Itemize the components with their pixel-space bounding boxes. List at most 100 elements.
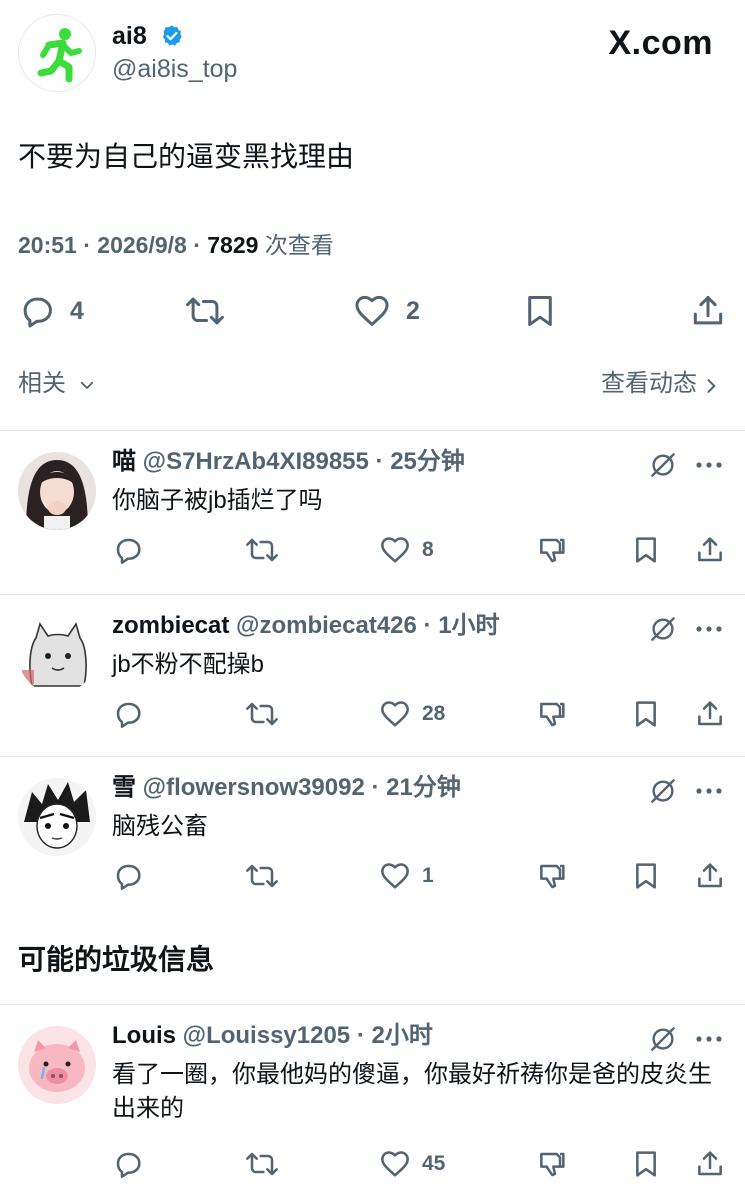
share-button[interactable] [694,698,726,730]
share-button[interactable] [694,860,726,892]
like-count: 2 [406,296,420,325]
bookmark-button[interactable] [630,1148,662,1180]
reply-count: 4 [70,296,84,325]
post-date[interactable]: 2026/9/8 [97,232,187,258]
cat-avatar [18,616,96,694]
reply-author-name[interactable]: zombiecat [112,612,229,639]
like-button[interactable]: 1 [378,860,434,892]
bookmark-icon [528,296,552,326]
reply-button[interactable]: 4 [18,292,84,330]
reply-button[interactable] [112,860,144,892]
share-button[interactable] [694,534,726,566]
dislike-button[interactable] [536,1148,568,1180]
reply-time[interactable]: 25分钟 [390,448,465,475]
related-row: 相关 查看动态 [0,364,745,404]
grok-icon[interactable] [648,614,678,644]
anime-character-avatar [18,778,96,856]
reply-author-name[interactable]: Louis [112,1022,176,1049]
like-button[interactable]: 8 [378,534,434,566]
like-count: 28 [422,702,446,725]
reply-action-bar: 1 [0,860,745,896]
like-count: 1 [422,864,434,887]
dislike-button[interactable] [536,698,568,730]
reply-avatar[interactable] [18,452,96,530]
chevron-down-icon[interactable] [78,376,96,394]
like-button[interactable]: 28 [378,698,445,730]
more-options-icon[interactable] [694,784,724,798]
views-count: 7829 [207,232,259,258]
grok-icon[interactable] [648,450,678,480]
reply-header: 雪 @flowersnow39092 · 21分钟 [112,772,461,804]
reply-button[interactable] [112,1148,144,1180]
chevron-right-icon[interactable] [701,373,721,399]
related-label[interactable]: 相关 [18,368,66,400]
reply-author-name[interactable]: 雪 [112,774,136,801]
reply-avatar[interactable] [18,778,96,856]
reply-time[interactable]: 2小时 [371,1022,432,1049]
like-button[interactable]: 45 [378,1148,445,1180]
post-time[interactable]: 20:51 [18,232,77,258]
reply-button[interactable] [112,698,144,730]
bookmark-button[interactable] [630,534,662,566]
reply-time[interactable]: 1小时 [438,612,499,639]
more-options-icon[interactable] [694,1032,724,1046]
reply-author-handle[interactable]: @flowersnow39092 [143,774,365,801]
repost-button[interactable] [244,860,280,892]
share-icon [698,537,722,562]
bookmark-icon [636,1151,656,1177]
reply-time[interactable]: 21分钟 [386,774,461,801]
repost-button[interactable] [244,534,280,566]
bookmark-button[interactable] [630,860,662,892]
like-button[interactable]: 2 [352,292,420,330]
heart-icon [381,701,409,727]
reply-button[interactable] [112,534,144,566]
thumbs-down-icon [540,702,565,727]
bookmark-button[interactable] [520,292,560,330]
reply-action-bar: 8 [0,534,745,570]
view-activity-link[interactable]: 查看动态 [601,368,697,400]
user-photo-avatar [18,452,96,530]
dislike-button[interactable] [536,860,568,892]
grok-icon[interactable] [648,1024,678,1054]
reply-author-handle[interactable]: @zombiecat426 [236,612,417,639]
divider [0,430,745,431]
brand-logo: X.com [608,24,713,62]
reply-author-handle[interactable]: @Louissy1205 [183,1022,350,1049]
repost-button[interactable] [244,1148,280,1180]
share-button[interactable] [688,292,728,330]
reply-icon [23,297,52,328]
repost-icon [246,1152,278,1176]
share-button[interactable] [694,1148,726,1180]
reply-avatar[interactable] [18,616,96,694]
repost-icon [246,702,278,726]
reply-author-name[interactable]: 喵 [112,448,136,475]
more-options-icon[interactable] [694,458,724,472]
more-options-icon[interactable] [694,622,724,636]
reply-author-handle[interactable]: @S7HrzAb4XI89855 [143,448,369,475]
dislike-button[interactable] [536,534,568,566]
heart-icon [381,1151,409,1177]
reply-action-bar: 28 [0,698,745,734]
reply-text: 看了一圈，你最他妈的傻逼，你最好祈祷你是爸的皮炎生出来的 [112,1061,712,1122]
bookmark-button[interactable] [630,698,662,730]
author-handle[interactable]: @ai8is_top [112,54,237,84]
running-man-exit-icon [37,28,82,83]
author-avatar[interactable] [18,14,96,92]
share-icon [698,1151,722,1176]
author-name[interactable]: ai8 [112,22,147,50]
meta-separator: · [350,1022,372,1049]
reply-avatar[interactable] [18,1026,96,1104]
reply-item[interactable]: 雪 @flowersnow39092 · 21分钟 脑残公畜 1 [0,758,745,918]
repost-button[interactable] [184,292,226,330]
grok-icon[interactable] [648,776,678,806]
post-text: 不要为自己的逼变黑找理由 [18,141,355,172]
reply-item[interactable]: 喵 @S7HrzAb4XI89855 · 25分钟 你脑子被jb插烂了吗 8 [0,432,745,592]
divider [0,756,745,757]
repost-button[interactable] [244,698,280,730]
post-header: ai8 @ai8is_top X.com [0,0,745,110]
reply-icon [116,1152,141,1178]
reply-item[interactable]: zombiecat @zombiecat426 · 1小时 jb不粉不配操b 2… [0,596,745,756]
heart-icon [381,537,409,563]
reply-item[interactable]: Louis @Louissy1205 · 2小时 看了一圈，你最他妈的傻逼，你最… [0,1006,745,1200]
post-action-bar: 4 2 [0,288,745,334]
